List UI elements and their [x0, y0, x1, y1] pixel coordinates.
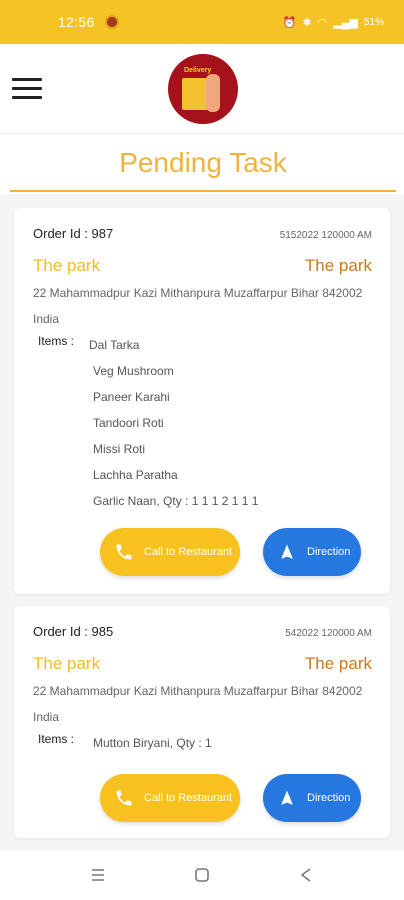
order-card: Order Id : 987 5152022 120000 AM The par…	[14, 208, 390, 594]
items-label: Items :	[38, 334, 75, 348]
call-restaurant-button[interactable]: Call to Restaurant	[100, 774, 240, 822]
direction-label: Direction	[307, 546, 351, 558]
restaurant-name: The park	[33, 256, 101, 275]
status-bar: 12:56 ⏰ ✱ ◠ ▂▄▆ 51%	[0, 0, 404, 44]
app-logo: Delivery	[168, 54, 238, 124]
restaurant-name-right: The park	[304, 654, 372, 673]
restaurant-name-right: The park	[304, 256, 372, 275]
back-icon[interactable]	[294, 863, 318, 887]
call-restaurant-button[interactable]: Call to Restaurant	[100, 528, 240, 576]
list-item: Dal Tarka	[89, 338, 140, 352]
list-item: Veg Mushroom	[93, 364, 174, 378]
items-list: Dal Tarka Veg Mushroom Paneer Karahi Tan…	[89, 332, 259, 514]
order-time: 5152022 120000 AM	[279, 230, 372, 241]
order-address: 22 Mahammadpur Kazi Mithanpura Muzaffarp…	[33, 286, 363, 326]
navigation-arrow-icon	[277, 542, 297, 562]
restaurant-name: The park	[33, 654, 101, 673]
list-item: Garlic Naan, Qty : 1 1 1 2 1 1 1	[93, 494, 259, 508]
signal-icon: ▂▄▆	[333, 16, 358, 29]
direction-button[interactable]: Direction	[263, 528, 361, 576]
direction-button[interactable]: Direction	[263, 774, 361, 822]
app-bar: Delivery	[0, 44, 404, 134]
battery-text: 51%	[363, 16, 384, 28]
phone-icon	[114, 788, 134, 808]
items-list: Mutton Biryani, Qty : 1	[93, 730, 212, 756]
list-item: Missi Roti	[93, 442, 146, 456]
direction-label: Direction	[307, 792, 351, 804]
notification-icon	[104, 15, 119, 29]
bluetooth-icon: ✱	[302, 16, 312, 29]
status-time: 12:56	[58, 14, 95, 30]
home-icon[interactable]	[190, 863, 214, 887]
list-item: Mutton Biryani, Qty : 1	[93, 736, 212, 750]
order-time: 542022 120000 AM	[285, 628, 372, 639]
order-address: 22 Mahammadpur Kazi Mithanpura Muzaffarp…	[33, 684, 363, 724]
navigation-arrow-icon	[277, 788, 297, 808]
system-nav-bar	[0, 850, 404, 900]
order-id: Order Id : 985	[33, 624, 114, 639]
logo-person	[206, 74, 220, 112]
phone-icon	[114, 542, 134, 562]
page-title: Pending Task	[119, 147, 287, 178]
status-icons: ⏰ ✱ ◠ ▂▄▆ 51%	[283, 16, 384, 29]
list-item: Lachha Paratha	[93, 468, 178, 482]
page-title-wrap: Pending Task	[10, 140, 396, 192]
call-restaurant-label: Call to Restaurant	[144, 546, 233, 558]
logo-text: Delivery	[184, 67, 212, 74]
call-restaurant-label: Call to Restaurant	[144, 792, 233, 804]
items-label: Items :	[38, 732, 75, 746]
recent-apps-icon[interactable]	[86, 863, 110, 887]
list-item: Paneer Karahi	[93, 390, 170, 404]
list-item: Tandoori Roti	[93, 416, 164, 430]
order-id: Order Id : 987	[33, 226, 114, 241]
alarm-icon: ⏰	[282, 16, 297, 29]
wifi-icon: ◠	[317, 16, 328, 29]
order-card: Order Id : 985 542022 120000 AM The park…	[14, 606, 390, 838]
hamburger-icon[interactable]	[12, 78, 42, 100]
